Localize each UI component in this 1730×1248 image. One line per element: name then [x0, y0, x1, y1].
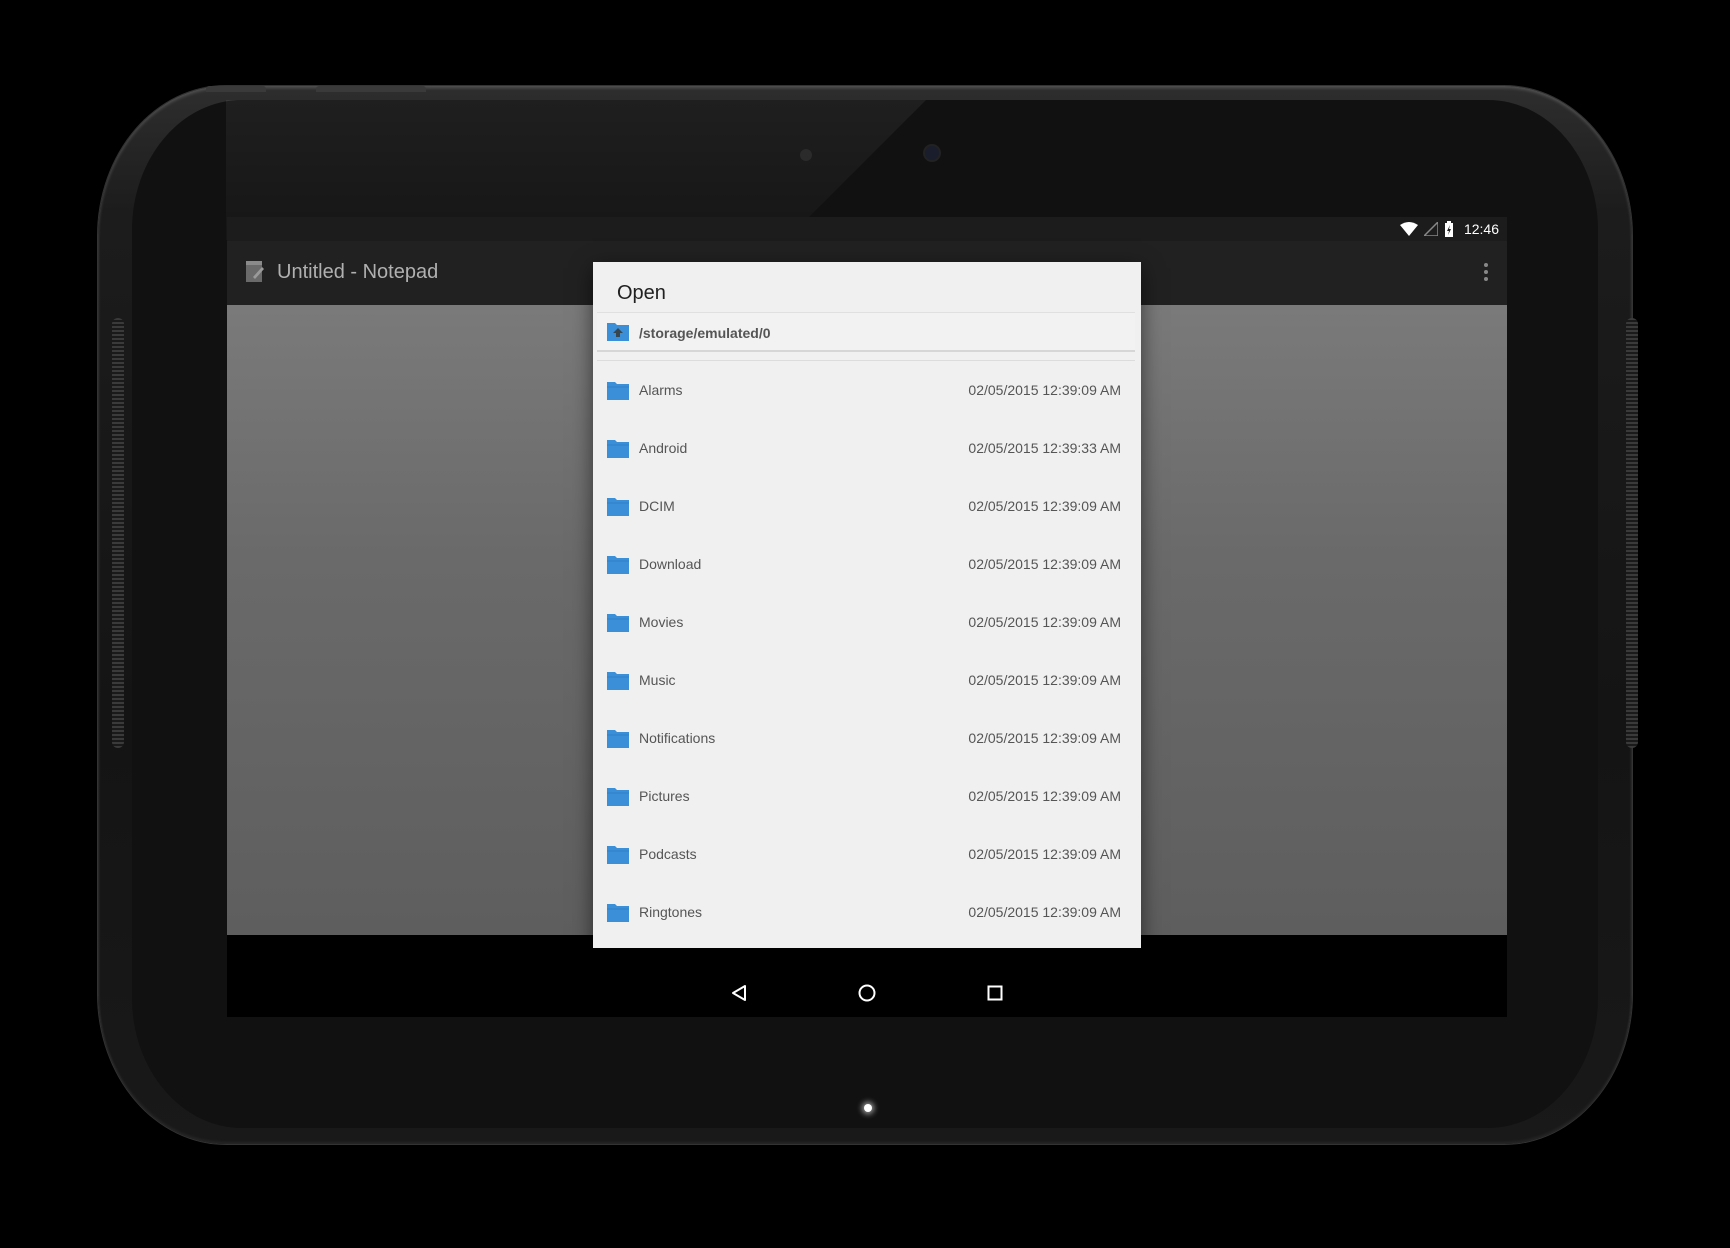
current-path: /storage/emulated/0 [639, 325, 771, 341]
file-date: 02/05/2015 12:39:09 AM [968, 614, 1121, 630]
power-button [316, 86, 426, 92]
file-name: DCIM [639, 498, 675, 514]
folder-icon [607, 382, 629, 400]
file-list-item[interactable]: Download 02/05/2015 12:39:09 AM [597, 535, 1135, 593]
file-date: 02/05/2015 12:39:09 AM [968, 788, 1121, 804]
back-button[interactable] [725, 979, 753, 1007]
file-date: 02/05/2015 12:39:09 AM [968, 556, 1121, 572]
app-title: Untitled - Notepad [277, 261, 439, 283]
folder-icon [607, 730, 629, 748]
folder-icon [607, 440, 629, 458]
file-date: 02/05/2015 12:39:09 AM [968, 672, 1121, 688]
battery-charging-icon [1444, 221, 1453, 237]
file-list-item[interactable]: DCIM 02/05/2015 12:39:09 AM [597, 477, 1135, 535]
file-name: Android [639, 440, 688, 456]
signal-icon [1423, 222, 1438, 236]
folder-icon [607, 614, 629, 632]
file-name: Pictures [639, 788, 690, 804]
file-date: 02/05/2015 12:39:09 AM [968, 846, 1121, 862]
parent-directory-row[interactable]: /storage/emulated/0 [597, 312, 1135, 352]
file-date: 02/05/2015 12:39:09 AM [968, 904, 1121, 920]
file-date: 02/05/2015 12:39:33 AM [968, 440, 1121, 456]
status-bar: 12:46 [227, 217, 1507, 241]
file-list-item[interactable]: Ringtones 02/05/2015 12:39:09 AM [597, 883, 1135, 941]
file-list-item[interactable]: Music 02/05/2015 12:39:09 AM [597, 651, 1135, 709]
recents-button[interactable] [981, 979, 1009, 1007]
file-list-item[interactable]: Podcasts 02/05/2015 12:39:09 AM [597, 825, 1135, 883]
overflow-menu-icon[interactable] [1483, 263, 1489, 283]
file-date: 02/05/2015 12:39:09 AM [968, 382, 1121, 398]
folder-icon [607, 498, 629, 516]
folder-icon [607, 788, 629, 806]
file-list-item[interactable]: Notifications 02/05/2015 12:39:09 AM [597, 709, 1135, 767]
file-date: 02/05/2015 12:39:09 AM [968, 498, 1121, 514]
file-name: Podcasts [639, 846, 697, 862]
file-list-item[interactable]: Android 02/05/2015 12:39:33 AM [597, 419, 1135, 477]
wifi-icon [1399, 222, 1418, 236]
folder-icon [607, 904, 629, 922]
volume-button [206, 86, 266, 92]
right-speaker-grille [1626, 318, 1638, 748]
folder-up-icon [607, 323, 629, 341]
open-file-dialog: Open /storage/emulated/0 Alarms 02/05/201… [593, 262, 1141, 948]
left-speaker-grille [112, 318, 124, 748]
light-sensor [800, 149, 812, 161]
recents-icon [987, 985, 1003, 1001]
back-icon [732, 985, 746, 1001]
folder-icon [607, 846, 629, 864]
status-time: 12:46 [1463, 221, 1499, 237]
file-name: Alarms [639, 382, 683, 398]
file-list: Alarms 02/05/2015 12:39:09 AM Android 02/05… [597, 360, 1135, 941]
file-name: Download [639, 556, 702, 572]
file-name: Music [639, 672, 676, 688]
front-camera [925, 146, 939, 160]
file-name: Movies [639, 614, 684, 630]
home-button[interactable] [853, 979, 881, 1007]
file-list-item[interactable]: Pictures 02/05/2015 12:39:09 AM [597, 767, 1135, 825]
folder-icon [607, 556, 629, 574]
notification-led [864, 1104, 872, 1112]
navigation-bar [227, 969, 1507, 1017]
notepad-icon [246, 261, 264, 282]
file-list-item[interactable]: Alarms 02/05/2015 12:39:09 AM [597, 361, 1135, 419]
dialog-title: Open [617, 282, 666, 304]
file-name: Notifications [639, 730, 716, 746]
folder-icon [607, 672, 629, 690]
file-list-item[interactable]: Movies 02/05/2015 12:39:09 AM [597, 593, 1135, 651]
file-date: 02/05/2015 12:39:09 AM [968, 730, 1121, 746]
home-icon [858, 984, 876, 1002]
file-name: Ringtones [639, 904, 703, 920]
device-screen: 12:46 Untitled - Notepad Open /storage/e… [227, 217, 1507, 1017]
